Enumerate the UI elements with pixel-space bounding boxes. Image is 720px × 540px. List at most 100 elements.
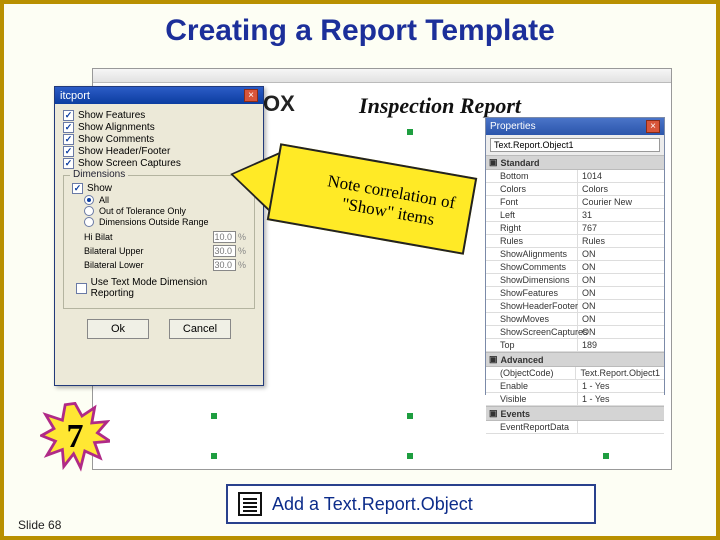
- property-key: Right: [486, 222, 578, 234]
- property-row[interactable]: ShowHeaderFooterON: [486, 300, 664, 313]
- text-mode-checkbox[interactable]: Use Text Mode Dimension Reporting: [76, 277, 246, 299]
- checkbox-icon: ✓: [63, 146, 74, 157]
- step-text: Add a Text.Report.Object: [272, 494, 473, 515]
- property-value[interactable]: 189: [578, 339, 664, 351]
- property-value[interactable]: 1 - Yes: [578, 393, 664, 405]
- property-value[interactable]: Rules: [578, 235, 664, 247]
- selection-handle[interactable]: [407, 129, 413, 135]
- group-label: Advanced: [501, 355, 544, 365]
- numeric-input[interactable]: 30.0: [213, 259, 236, 271]
- property-value[interactable]: 1014: [578, 170, 664, 182]
- slide-title: Creating a Report Template: [4, 4, 716, 54]
- field-label: Bilateral Upper: [84, 246, 144, 256]
- radio-icon: [84, 217, 94, 227]
- property-row[interactable]: Top189: [486, 339, 664, 352]
- numeric-input[interactable]: 30.0: [213, 245, 236, 257]
- checkbox-label: Show: [87, 183, 112, 194]
- property-row[interactable]: ColorsColors: [486, 183, 664, 196]
- dimension-radio[interactable]: Out of Tolerance Only: [84, 206, 246, 216]
- properties-panel: Properties × Text.Report.Object1 ▣Standa…: [485, 117, 665, 395]
- selection-handle[interactable]: [603, 453, 609, 459]
- checkbox-label: Show Screen Captures: [78, 158, 181, 169]
- property-value[interactable]: ON: [578, 261, 664, 273]
- property-key: Rules: [486, 235, 578, 247]
- selection-handle[interactable]: [211, 453, 217, 459]
- close-icon[interactable]: ×: [244, 89, 258, 102]
- dialog-titlebar[interactable]: itcport ×: [55, 87, 263, 104]
- ok-button[interactable]: Ok: [87, 319, 149, 339]
- property-row[interactable]: (ObjectCode)Text.Report.Object1: [486, 367, 664, 380]
- property-row[interactable]: Left31: [486, 209, 664, 222]
- radio-label: All: [99, 195, 109, 205]
- properties-group-standard[interactable]: ▣Standard: [486, 155, 664, 170]
- property-row[interactable]: EventReportData: [486, 421, 664, 434]
- field-label: Hi Bilat: [84, 232, 113, 242]
- property-value[interactable]: 31: [578, 209, 664, 221]
- numeric-input[interactable]: 10.0: [213, 231, 236, 243]
- property-value[interactable]: 1 - Yes: [578, 380, 664, 392]
- property-key: ShowComments: [486, 261, 578, 273]
- property-value[interactable]: ON: [578, 326, 664, 338]
- property-value[interactable]: ON: [578, 300, 664, 312]
- property-key: ShowScreenCaptures: [486, 326, 578, 338]
- property-key: Visible: [486, 393, 578, 405]
- property-row[interactable]: Bottom1014: [486, 170, 664, 183]
- selection-handle[interactable]: [211, 413, 217, 419]
- property-value[interactable]: ON: [578, 248, 664, 260]
- properties-titlebar: Properties ×: [486, 118, 664, 135]
- dialog-body: ✓Show Features✓Show Alignments✓Show Comm…: [55, 104, 263, 344]
- property-row[interactable]: ShowScreenCapturesON: [486, 326, 664, 339]
- checkbox-icon: ✓: [63, 158, 74, 169]
- property-row[interactable]: ShowAlignmentsON: [486, 248, 664, 261]
- property-row[interactable]: RulesRules: [486, 235, 664, 248]
- group-title: Dimensions: [70, 169, 128, 180]
- property-row[interactable]: ShowMovesON: [486, 313, 664, 326]
- properties-group-advanced[interactable]: ▣Advanced: [486, 352, 664, 367]
- radio-icon: [84, 195, 94, 205]
- property-value[interactable]: Courier New: [578, 196, 664, 208]
- selection-handle[interactable]: [407, 413, 413, 419]
- cancel-button[interactable]: Cancel: [169, 319, 231, 339]
- percent-label: %: [238, 246, 246, 256]
- property-key: EventReportData: [486, 421, 578, 433]
- property-value[interactable]: ON: [578, 287, 664, 299]
- property-row[interactable]: ShowCommentsON: [486, 261, 664, 274]
- show-option-checkbox[interactable]: ✓Show Header/Footer: [63, 146, 255, 157]
- show-checkbox[interactable]: ✓ Show: [72, 183, 246, 194]
- slide-number: Slide 68: [18, 518, 61, 532]
- show-option-checkbox[interactable]: ✓Show Alignments: [63, 122, 255, 133]
- checkbox-label: Show Comments: [78, 134, 154, 145]
- property-value[interactable]: [578, 421, 664, 433]
- property-key: (ObjectCode): [486, 367, 576, 379]
- properties-object-selector[interactable]: Text.Report.Object1: [490, 138, 660, 152]
- property-row[interactable]: FontCourier New: [486, 196, 664, 209]
- property-row[interactable]: ShowFeaturesON: [486, 287, 664, 300]
- checkbox-icon: ✓: [63, 110, 74, 121]
- checkbox-label: Show Features: [78, 110, 145, 121]
- properties-title-text: Properties: [490, 121, 536, 132]
- show-option-checkbox[interactable]: ✓ Show Screen Captures: [63, 158, 255, 169]
- property-row[interactable]: Visible1 - Yes: [486, 393, 664, 406]
- group-label: Standard: [501, 158, 540, 168]
- close-icon[interactable]: ×: [646, 120, 660, 133]
- properties-group-events[interactable]: ▣Events: [486, 406, 664, 421]
- property-value[interactable]: Text.Report.Object1: [576, 367, 664, 379]
- dimension-radio[interactable]: Dimensions Outside Range: [84, 217, 246, 227]
- property-row[interactable]: Enable1 - Yes: [486, 380, 664, 393]
- property-value[interactable]: ON: [578, 274, 664, 286]
- numeric-field-row: Hi Bilat10.0%: [84, 231, 246, 243]
- property-key: ShowDimensions: [486, 274, 578, 286]
- dimension-radio[interactable]: All: [84, 195, 246, 205]
- property-row[interactable]: ShowDimensionsON: [486, 274, 664, 287]
- selection-handle[interactable]: [407, 453, 413, 459]
- property-value[interactable]: Colors: [578, 183, 664, 195]
- property-value[interactable]: ON: [578, 313, 664, 325]
- show-option-checkbox[interactable]: ✓Show Comments: [63, 134, 255, 145]
- property-value[interactable]: 767: [578, 222, 664, 234]
- show-option-checkbox[interactable]: ✓ Show Features: [63, 110, 255, 121]
- checkbox-icon: [76, 283, 87, 294]
- property-key: Font: [486, 196, 578, 208]
- checkbox-label: Show Alignments: [78, 122, 155, 133]
- radio-label: Out of Tolerance Only: [99, 206, 186, 216]
- property-row[interactable]: Right767: [486, 222, 664, 235]
